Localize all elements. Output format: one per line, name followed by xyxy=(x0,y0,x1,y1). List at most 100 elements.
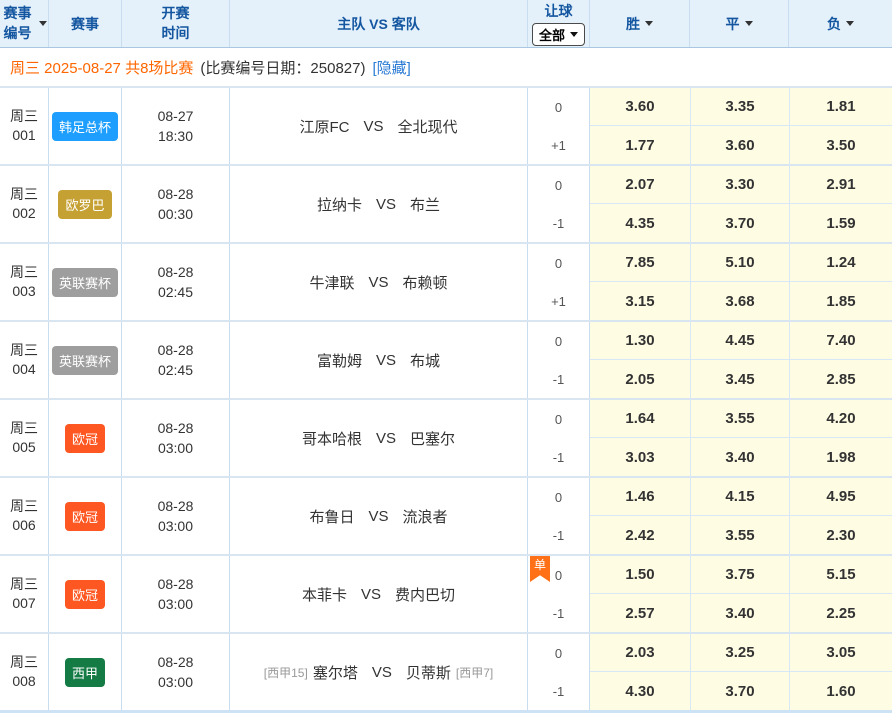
odd-draw[interactable]: 3.25 xyxy=(690,634,789,672)
header-teams: 主队 VS 客队 xyxy=(230,0,528,47)
odd-draw[interactable]: 3.40 xyxy=(690,438,789,476)
odd-draw[interactable]: 3.60 xyxy=(690,126,789,164)
away-team: 贝蒂斯 xyxy=(406,662,451,683)
match-id: 003 xyxy=(12,282,35,301)
odd-lose[interactable]: 4.95 xyxy=(789,478,892,516)
odd-lose[interactable]: 2.25 xyxy=(789,594,892,632)
match-day: 周三 xyxy=(10,185,38,204)
teams-cell: 本菲卡 VS 费内巴切 xyxy=(230,556,528,632)
odd-win[interactable]: 4.30 xyxy=(590,672,690,710)
match-date: 08-28 xyxy=(158,574,194,594)
odd-draw[interactable]: 4.15 xyxy=(690,478,789,516)
match-row: 周三 005 欧冠 08-28 03:00 哥本哈根 VS 巴塞尔 0 -1 1… xyxy=(0,398,892,476)
home-team: 拉纳卡 xyxy=(317,194,362,215)
odd-win[interactable]: 1.50 xyxy=(590,556,690,594)
home-team: 牛津联 xyxy=(309,272,354,293)
odd-draw[interactable]: 3.68 xyxy=(690,282,789,320)
odd-lose[interactable]: 5.15 xyxy=(789,556,892,594)
header-lose[interactable]: 负 xyxy=(789,0,892,47)
handicap-filter-value: 全部 xyxy=(539,25,565,44)
odd-win[interactable]: 4.35 xyxy=(590,204,690,242)
handicap-value: -1 xyxy=(528,360,589,398)
odd-draw[interactable]: 3.55 xyxy=(690,400,789,438)
teams-cell: 牛津联 VS 布赖顿 xyxy=(230,244,528,320)
odd-win[interactable]: 2.03 xyxy=(590,634,690,672)
odd-draw[interactable]: 3.55 xyxy=(690,516,789,554)
odd-win[interactable]: 2.42 xyxy=(590,516,690,554)
odd-lose[interactable]: 1.85 xyxy=(789,282,892,320)
match-time: 08-28 02:45 xyxy=(122,322,230,398)
league-badge[interactable]: 英联赛杯 xyxy=(52,346,118,375)
odd-win[interactable]: 3.60 xyxy=(590,88,690,126)
odd-lose[interactable]: 1.81 xyxy=(789,88,892,126)
league-badge[interactable]: 欧冠 xyxy=(65,502,105,531)
home-team: 本菲卡 xyxy=(302,584,347,605)
handicap-value: 0 xyxy=(528,244,589,282)
league-cell: 英联赛杯 xyxy=(49,244,122,320)
header-win[interactable]: 胜 xyxy=(590,0,690,47)
odd-lose[interactable]: 2.91 xyxy=(789,166,892,204)
header-match-id-label: 赛事编号 xyxy=(1,4,33,43)
odd-win[interactable]: 2.05 xyxy=(590,360,690,398)
odd-draw[interactable]: 3.40 xyxy=(690,594,789,632)
odd-lose[interactable]: 2.85 xyxy=(789,360,892,398)
header-draw[interactable]: 平 xyxy=(690,0,789,47)
home-team: 富勒姆 xyxy=(317,350,362,371)
odd-draw[interactable]: 3.45 xyxy=(690,360,789,398)
odds-grid: 1.30 4.45 7.40 2.05 3.45 2.85 xyxy=(590,322,892,398)
odd-win[interactable]: 7.85 xyxy=(590,244,690,282)
odd-win[interactable]: 2.07 xyxy=(590,166,690,204)
odd-win[interactable]: 1.77 xyxy=(590,126,690,164)
match-number: 周三 005 xyxy=(0,400,49,476)
odd-draw[interactable]: 3.70 xyxy=(690,672,789,710)
vs-label: VS xyxy=(368,274,388,291)
odd-draw[interactable]: 3.70 xyxy=(690,204,789,242)
date-info: 周三 2025-08-27 共8场比赛 xyxy=(10,57,193,78)
header-match-id[interactable]: 赛事编号 xyxy=(0,0,49,47)
odd-lose[interactable]: 3.05 xyxy=(789,634,892,672)
league-badge[interactable]: 韩足总杯 xyxy=(52,112,118,141)
match-row: 周三 007 欧冠 08-28 03:00 本菲卡 VS 费内巴切 单 0 -1… xyxy=(0,554,892,632)
match-day: 周三 xyxy=(10,575,38,594)
odd-draw[interactable]: 4.45 xyxy=(690,322,789,360)
handicap-value: -1 xyxy=(528,438,589,476)
odd-draw[interactable]: 5.10 xyxy=(690,244,789,282)
match-number: 周三 001 xyxy=(0,88,49,164)
odd-lose[interactable]: 2.30 xyxy=(789,516,892,554)
teams-cell: [西甲15] 塞尔塔 VS 贝蒂斯 [西甲7] xyxy=(230,634,528,710)
odd-win[interactable]: 1.46 xyxy=(590,478,690,516)
league-badge[interactable]: 欧冠 xyxy=(65,580,105,609)
handicap-cell: 单 0 -1 xyxy=(528,556,590,632)
league-badge[interactable]: 西甲 xyxy=(65,658,105,687)
match-day: 周三 xyxy=(10,653,38,672)
odd-draw[interactable]: 3.35 xyxy=(690,88,789,126)
odd-win[interactable]: 1.64 xyxy=(590,400,690,438)
odd-win[interactable]: 3.03 xyxy=(590,438,690,476)
header-handicap: 让球 全部 xyxy=(528,0,590,47)
odd-lose[interactable]: 1.24 xyxy=(789,244,892,282)
match-number: 周三 002 xyxy=(0,166,49,242)
handicap-filter-select[interactable]: 全部 xyxy=(532,23,585,46)
odd-win[interactable]: 3.15 xyxy=(590,282,690,320)
odd-draw[interactable]: 3.30 xyxy=(690,166,789,204)
odd-win[interactable]: 1.30 xyxy=(590,322,690,360)
league-badge[interactable]: 欧罗巴 xyxy=(58,190,111,219)
odd-draw[interactable]: 3.75 xyxy=(690,556,789,594)
league-badge[interactable]: 欧冠 xyxy=(65,424,105,453)
odds-table: 赛事编号 赛事 开赛时间 主队 VS 客队 让球 全部 胜 平 负 xyxy=(0,0,892,713)
odd-lose[interactable]: 4.20 xyxy=(789,400,892,438)
odd-lose[interactable]: 3.50 xyxy=(789,126,892,164)
odd-win[interactable]: 2.57 xyxy=(590,594,690,632)
odds-grid: 1.64 3.55 4.20 3.03 3.40 1.98 xyxy=(590,400,892,476)
league-badge[interactable]: 英联赛杯 xyxy=(52,268,118,297)
away-team: 流浪者 xyxy=(403,506,448,527)
odd-lose[interactable]: 1.60 xyxy=(789,672,892,710)
odd-lose[interactable]: 7.40 xyxy=(789,322,892,360)
odd-lose[interactable]: 1.98 xyxy=(789,438,892,476)
league-cell: 西甲 xyxy=(49,634,122,710)
match-clock: 00:30 xyxy=(158,204,193,224)
odd-lose[interactable]: 1.59 xyxy=(789,204,892,242)
handicap-value: 0 xyxy=(528,166,589,204)
match-row: 周三 003 英联赛杯 08-28 02:45 牛津联 VS 布赖顿 0 +1 … xyxy=(0,242,892,320)
hide-link[interactable]: [隐藏] xyxy=(372,57,410,78)
